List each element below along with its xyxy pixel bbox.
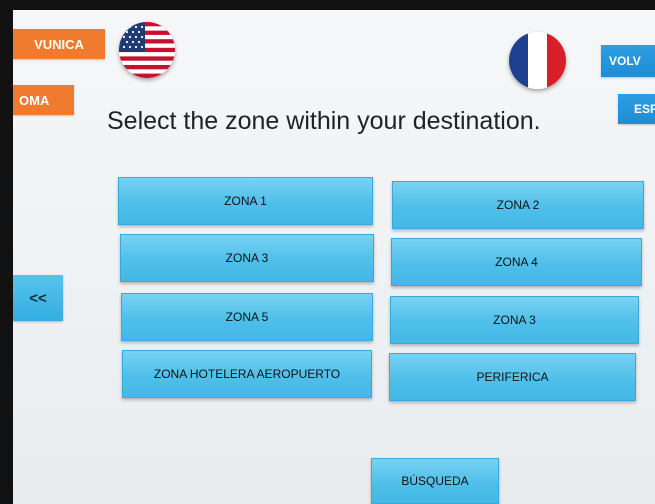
oma-button[interactable]: OMA [13, 85, 74, 115]
page-title: Select the zone within your destination. [107, 107, 541, 135]
unica-button[interactable]: VUNICA [13, 29, 105, 59]
kiosk-screen: VUNICA OMA VOLV ESP Select the zone with… [13, 10, 655, 504]
screen-bezel-top [0, 0, 655, 10]
zone-button-hotelera-aeropuerto[interactable]: ZONA HOTELERA AEROPUERTO [122, 350, 372, 398]
zone-button-3[interactable]: ZONA 3 [120, 234, 374, 282]
france-flag-icon[interactable] [509, 32, 566, 89]
search-button[interactable]: BÚSQUEDA [371, 458, 499, 504]
zone-button-4[interactable]: ZONA 4 [391, 238, 642, 286]
volver-button[interactable]: VOLV [601, 45, 655, 77]
us-flag-icon[interactable] [119, 22, 175, 78]
spanish-button[interactable]: ESP [618, 94, 655, 124]
zone-button-2[interactable]: ZONA 2 [392, 181, 644, 229]
back-button[interactable]: << [13, 275, 63, 321]
zone-button-6[interactable]: ZONA 3 [390, 296, 639, 344]
zone-button-5[interactable]: ZONA 5 [121, 293, 373, 341]
screen-bezel-left [0, 0, 13, 504]
zone-button-1[interactable]: ZONA 1 [118, 177, 373, 225]
kiosk-frame: VUNICA OMA VOLV ESP Select the zone with… [0, 0, 655, 504]
zone-button-periferica[interactable]: PERIFERICA [389, 353, 636, 401]
